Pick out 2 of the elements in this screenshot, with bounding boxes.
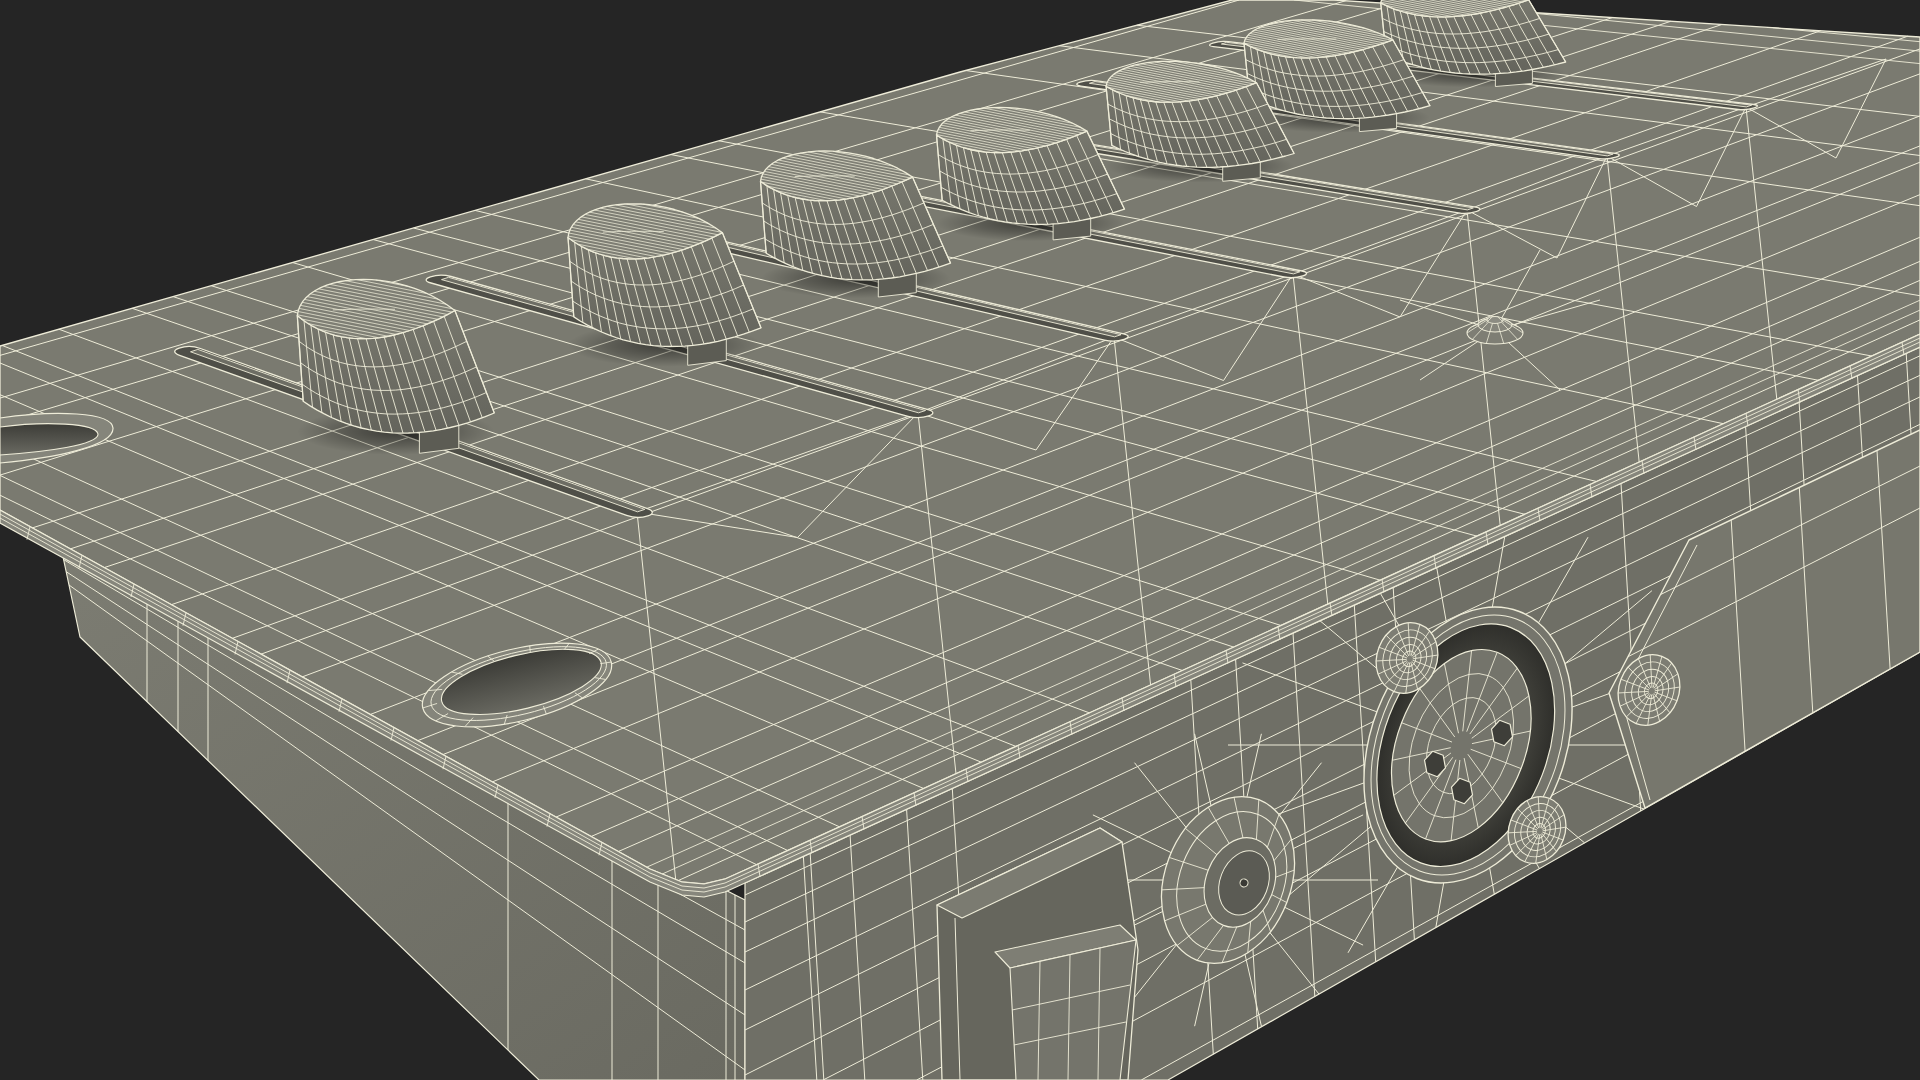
dome-icon: [1466, 316, 1524, 345]
screw-icon: [1617, 654, 1681, 726]
